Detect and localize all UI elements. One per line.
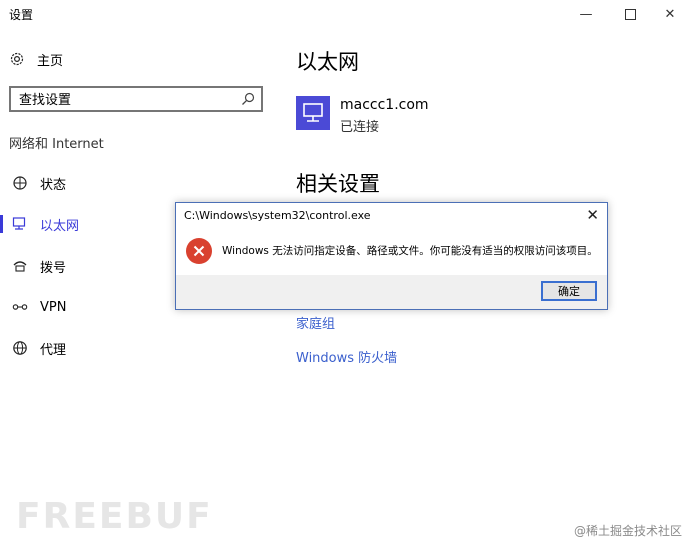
dialup-icon <box>12 258 28 274</box>
vpn-icon <box>12 299 28 315</box>
freebuf-watermark: FREEBUF <box>16 496 213 537</box>
related-settings-title: 相关设置 <box>296 172 380 196</box>
home-label: 主页 <box>37 53 64 69</box>
page-title: 以太网 <box>296 50 359 74</box>
active-indicator <box>0 215 3 233</box>
dialog-message: Windows 无法访问指定设备、路径或文件。你可能没有适当的权限访问该项目。 <box>222 245 598 257</box>
home-nav-item[interactable]: 主页 <box>9 46 63 72</box>
dialog-close-button[interactable]: ✕ <box>586 206 599 224</box>
ok-button[interactable]: 确定 <box>541 281 597 301</box>
title-bar: 设置 — ✕ <box>0 0 690 28</box>
maximize-icon <box>624 8 636 20</box>
network-name[interactable]: maccc1.com <box>340 97 429 113</box>
ethernet-network-icon[interactable] <box>296 96 330 130</box>
gear-icon <box>10 52 24 66</box>
minimize-button[interactable]: — <box>566 0 606 28</box>
error-icon <box>186 238 212 264</box>
sidebar-item-proxy[interactable]: 代理 <box>0 330 260 366</box>
network-status: 已连接 <box>340 120 380 135</box>
search-input[interactable] <box>19 91 234 109</box>
dialog-footer: 确定 <box>176 275 607 309</box>
sidebar-item-label: 状态 <box>40 177 67 193</box>
credit-watermark: @稀土掘金技术社区 <box>573 524 682 538</box>
globe-icon <box>12 340 28 356</box>
maximize-button[interactable] <box>610 0 650 28</box>
sidebar-item-label: 以太网 <box>40 218 80 234</box>
window-title: 设置 <box>9 8 34 22</box>
homegroup-link[interactable]: 家庭组 <box>296 313 335 332</box>
error-dialog: C:\Windows\system32\control.exe ✕ Window… <box>175 202 608 310</box>
section-label: 网络和 Internet <box>9 137 104 152</box>
dialog-title: C:\Windows\system32\control.exe <box>184 209 371 222</box>
search-icon[interactable] <box>241 92 255 106</box>
sidebar-item-label: 拨号 <box>40 260 67 276</box>
ethernet-icon <box>12 216 28 232</box>
status-icon <box>12 175 28 191</box>
sidebar-item-label: VPN <box>40 299 67 315</box>
firewall-link[interactable]: Windows 防火墙 <box>296 347 397 366</box>
sidebar-item-status[interactable]: 状态 <box>0 165 260 201</box>
sidebar-item-label: 代理 <box>40 342 67 358</box>
search-box[interactable] <box>9 86 263 112</box>
close-button[interactable]: ✕ <box>650 0 690 28</box>
